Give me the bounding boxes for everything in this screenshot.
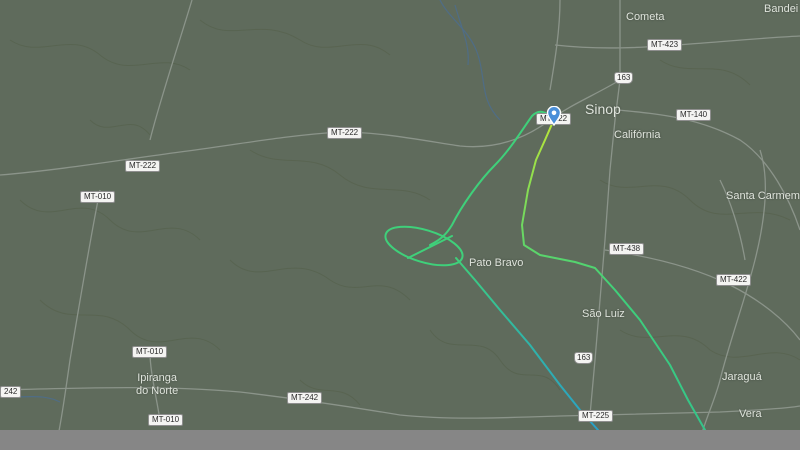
track-holding-orbit xyxy=(384,225,464,267)
town-label-bandeira: Bandei xyxy=(764,3,799,15)
town-label-california: Califórnia xyxy=(614,129,661,141)
road-shield-mt222-center: MT-222 xyxy=(327,127,363,139)
road-shield-mt242: MT-242 xyxy=(287,392,323,404)
road-shield-mt423: MT-423 xyxy=(647,39,683,51)
town-label-ipiranga-line1: Ipiranga xyxy=(137,372,177,384)
road-shield-mt438: MT-438 xyxy=(609,243,645,255)
track-crossing xyxy=(407,235,453,259)
road-shield-mt140: MT-140 xyxy=(676,109,712,121)
town-label-jaragua: Jaraguá xyxy=(722,371,762,383)
town-label-pato-bravo: Pato Bravo xyxy=(469,257,524,269)
town-label-cometa: Cometa xyxy=(626,11,665,23)
road-shield-mt010-bottom: MT-010 xyxy=(148,414,184,426)
aircraft-pin-icon[interactable] xyxy=(546,105,562,127)
road-shield-mt242-edge: 242 xyxy=(0,386,22,398)
road-shield-mt010-west: MT-010 xyxy=(80,191,116,203)
town-label-ipiranga: Ipiranga do Norte xyxy=(136,372,178,398)
track-approach xyxy=(521,123,706,431)
town-label-santa-carmem: Santa Carmem xyxy=(726,190,800,202)
road-shield-mt010-south: MT-010 xyxy=(132,346,168,358)
track-outbound xyxy=(455,257,599,431)
bottom-info-bar xyxy=(0,430,800,450)
rivers xyxy=(0,0,501,403)
road-shield-br163-north: 163 xyxy=(614,72,634,84)
town-label-ipiranga-line2: do Norte xyxy=(136,385,179,397)
town-label-vera: Vera xyxy=(739,408,762,420)
track-departure xyxy=(429,110,553,246)
road-shield-mt225: MT-225 xyxy=(578,410,614,422)
town-label-sao-luiz: São Luiz xyxy=(582,308,625,320)
road-shield-mt222-west: MT-222 xyxy=(125,160,161,172)
map-view[interactable]: Cometa Bandei Sinop Califórnia Santa Car… xyxy=(0,0,800,450)
terrain-relief xyxy=(9,19,800,406)
road-shield-br163-south: 163 xyxy=(574,352,594,364)
flight-track xyxy=(384,110,706,431)
map-base xyxy=(0,0,800,450)
town-label-sinop: Sinop xyxy=(585,101,621,117)
road-shield-mt422: MT-422 xyxy=(716,274,752,286)
